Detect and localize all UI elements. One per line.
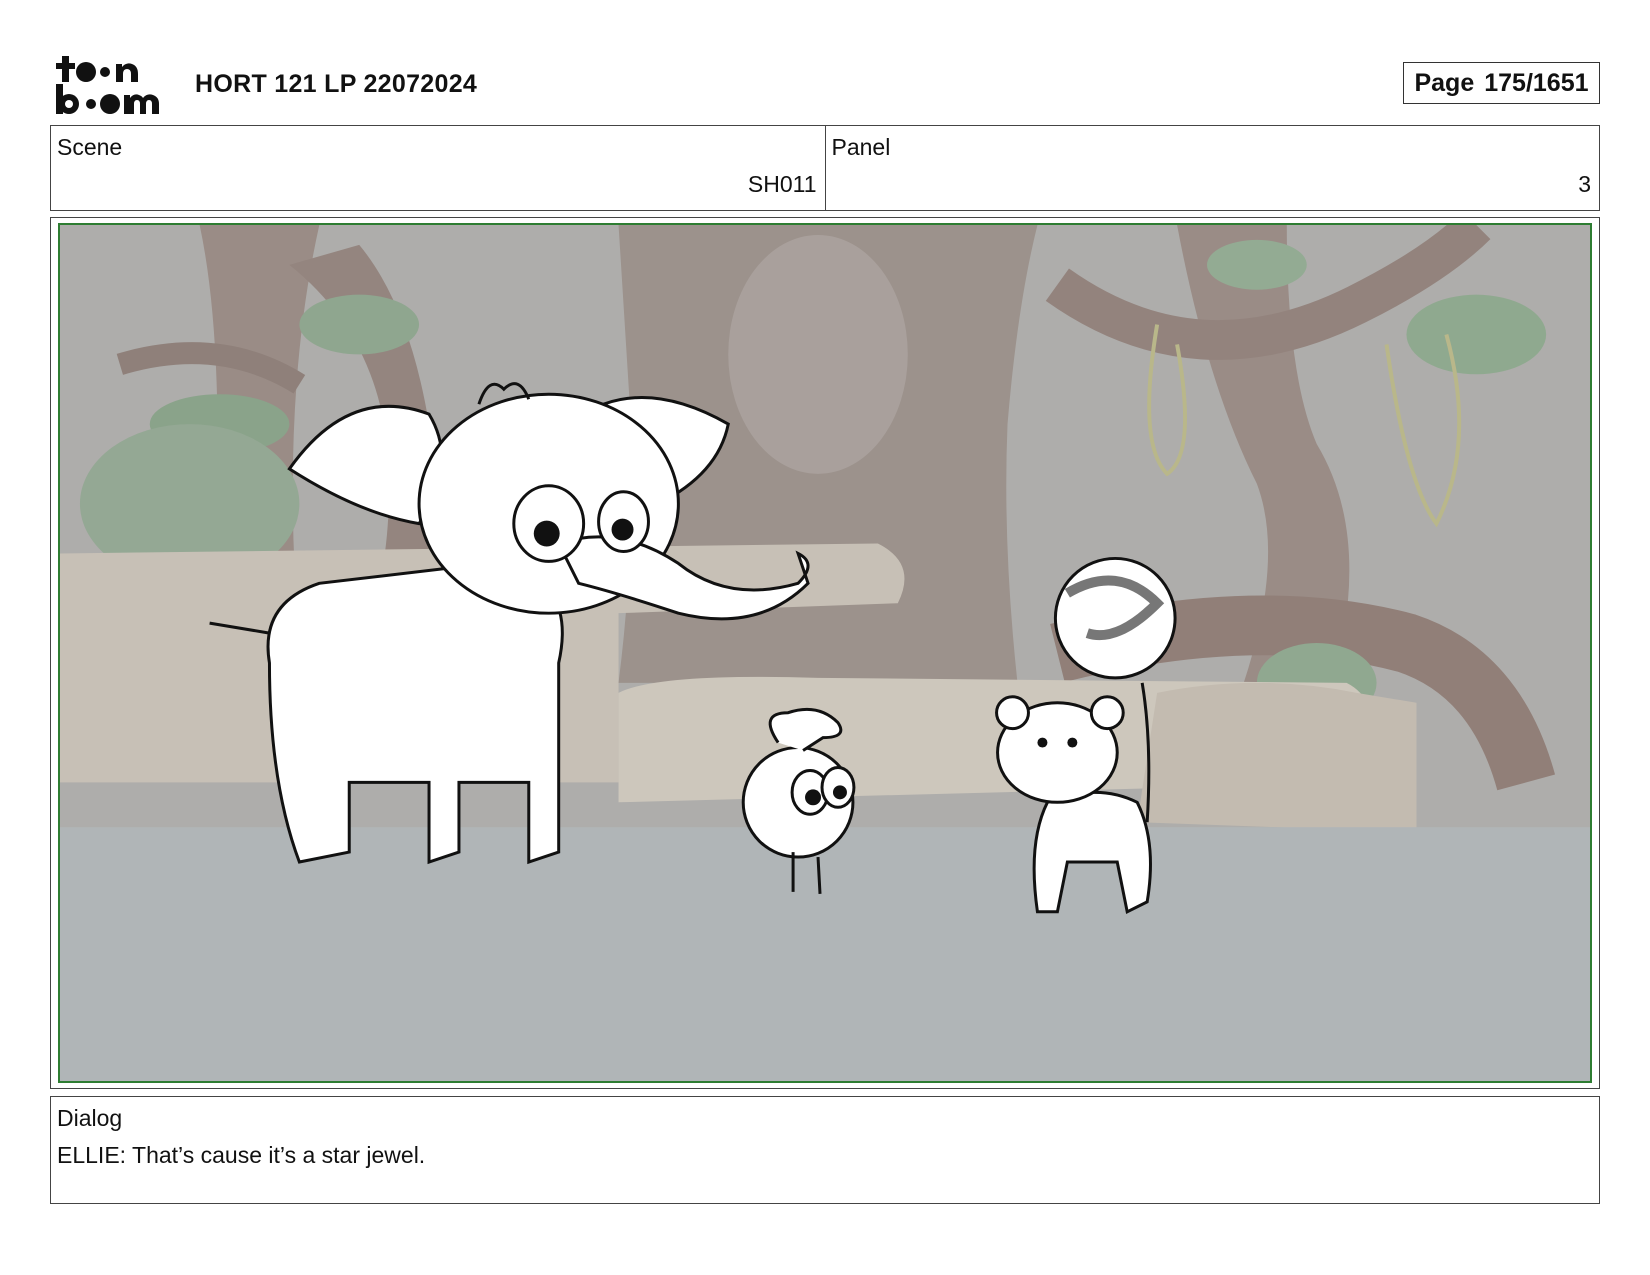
toonboom-logo-mark	[56, 56, 159, 114]
panel-value: 3	[1578, 171, 1591, 197]
scene-label: Scene	[57, 134, 123, 160]
scene-value: SH011	[747, 171, 817, 197]
dialog-box: Dialog ELLIE: That’s cause it’s a star j…	[50, 1096, 1600, 1204]
page-label: Page	[1414, 68, 1475, 97]
storyboard-drawing	[60, 225, 1590, 1081]
panel-label: Panel	[831, 134, 891, 160]
dialog-text: ELLIE: That’s cause it’s a star jewel.	[57, 1142, 426, 1168]
dialog-label: Dialog	[57, 1105, 123, 1131]
panel-cell: Panel 3	[824, 126, 1600, 210]
scene-panel-row: Scene SH011 Panel 3	[50, 125, 1600, 211]
page-number: 175/1651	[1484, 68, 1589, 97]
storyboard-panel-image	[58, 223, 1592, 1083]
document-title: HORT 121 LP 22072024	[195, 70, 478, 98]
scene-cell: Scene SH011	[51, 126, 825, 210]
page-indicator: Page 175/1651	[1403, 62, 1600, 104]
toonboom-logo	[54, 54, 172, 116]
